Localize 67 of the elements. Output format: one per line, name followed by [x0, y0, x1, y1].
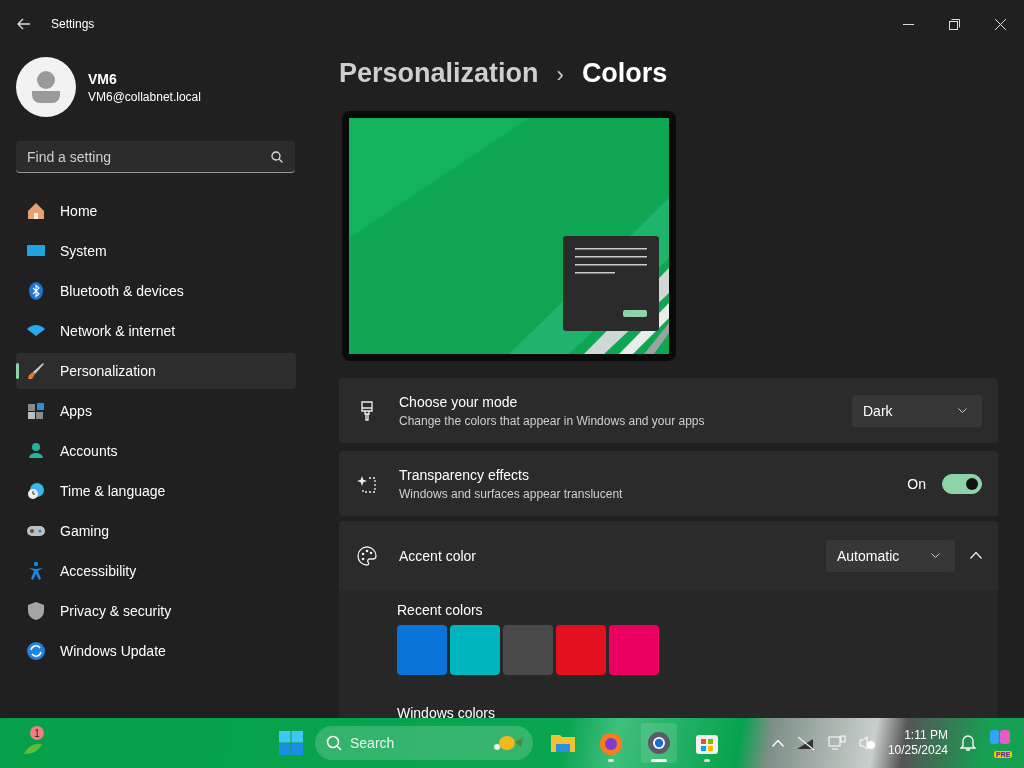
taskbar-app-button[interactable] — [641, 723, 677, 763]
search-icon — [326, 735, 342, 751]
setting-description: Windows and surfaces appear translucent — [399, 486, 624, 501]
sidebar-item[interactable]: Time & language — [16, 473, 296, 509]
bell-icon[interactable] — [960, 734, 976, 752]
toggle-switch[interactable] — [942, 473, 982, 494]
sidebar-item[interactable]: Bluetooth & devices — [16, 273, 296, 309]
running-indicator — [608, 759, 614, 762]
browser-icon — [646, 730, 672, 756]
color-swatch[interactable] — [397, 625, 447, 675]
bluetooth-icon — [26, 281, 46, 301]
accent-dropdown[interactable]: Automatic — [826, 539, 955, 572]
firefox-icon — [598, 730, 624, 756]
running-indicator — [704, 759, 710, 762]
toggle-state-label: On — [907, 475, 926, 492]
breadcrumb-link[interactable]: Personalization — [339, 58, 539, 89]
palette-icon — [357, 545, 377, 566]
colorful-tiles-icon — [988, 728, 1012, 746]
chevron-up-icon[interactable] — [970, 552, 982, 559]
user-name: VM6 — [88, 70, 118, 87]
section-label: Recent colors — [397, 602, 484, 618]
running-indicator — [651, 759, 667, 762]
page-title: Colors — [581, 58, 668, 89]
color-swatch[interactable] — [503, 625, 553, 675]
setting-title: Transparency effects — [399, 466, 530, 483]
sync-icon — [26, 641, 46, 661]
sidebar-item[interactable]: Personalization — [16, 353, 296, 389]
search-icon[interactable] — [271, 151, 283, 163]
globe-clock-icon — [26, 481, 46, 501]
section-label: Windows colors — [397, 705, 497, 718]
clock[interactable]: 1:11 PM 10/25/2024 — [887, 728, 948, 758]
person-icon — [26, 441, 46, 461]
sidebar-item[interactable]: Privacy & security — [16, 593, 296, 629]
speaker-icon[interactable] — [857, 735, 876, 751]
mode-dropdown[interactable]: Dark — [852, 394, 982, 427]
sidebar-item[interactable]: System — [16, 233, 296, 269]
avatar-icon[interactable] — [16, 57, 76, 117]
start-icon[interactable] — [279, 731, 303, 755]
user-email: VM6@collabnet.local — [88, 89, 201, 104]
sidebar-item[interactable]: Apps — [16, 393, 296, 429]
chevron-down-icon — [958, 407, 967, 414]
sidebar-item[interactable]: Home — [16, 193, 296, 229]
color-swatch[interactable] — [609, 625, 659, 675]
house-icon — [26, 201, 46, 221]
shield-icon — [26, 601, 46, 621]
color-swatch[interactable] — [556, 625, 606, 675]
color-swatch[interactable] — [450, 625, 500, 675]
breadcrumb-separator: › — [556, 62, 564, 88]
restore-icon[interactable] — [949, 18, 960, 30]
setting-description: Change the colors that appear in Windows and your apps — [399, 413, 706, 428]
apps-icon — [26, 401, 46, 421]
sidebar-item[interactable]: Accessibility — [16, 553, 296, 589]
sidebar-item[interactable]: Gaming — [16, 513, 296, 549]
back-icon[interactable] — [17, 18, 31, 30]
network-off-icon[interactable] — [795, 735, 816, 751]
sidebar-item[interactable]: Accounts — [16, 433, 296, 469]
chevron-down-icon — [931, 552, 940, 559]
sidebar-item[interactable]: Network & internet — [16, 313, 296, 349]
brush-icon — [26, 361, 46, 381]
display-icon[interactable] — [827, 735, 846, 751]
settings-search-field[interactable]: Find a setting — [16, 141, 295, 173]
notification-badge: 1 — [30, 726, 44, 740]
setting-title: Choose your mode — [399, 393, 519, 410]
sidebar-item[interactable]: Windows Update — [16, 633, 296, 669]
window-title: Settings — [51, 17, 95, 31]
close-icon[interactable] — [995, 18, 1006, 30]
setting-title: Accent color — [399, 547, 478, 564]
